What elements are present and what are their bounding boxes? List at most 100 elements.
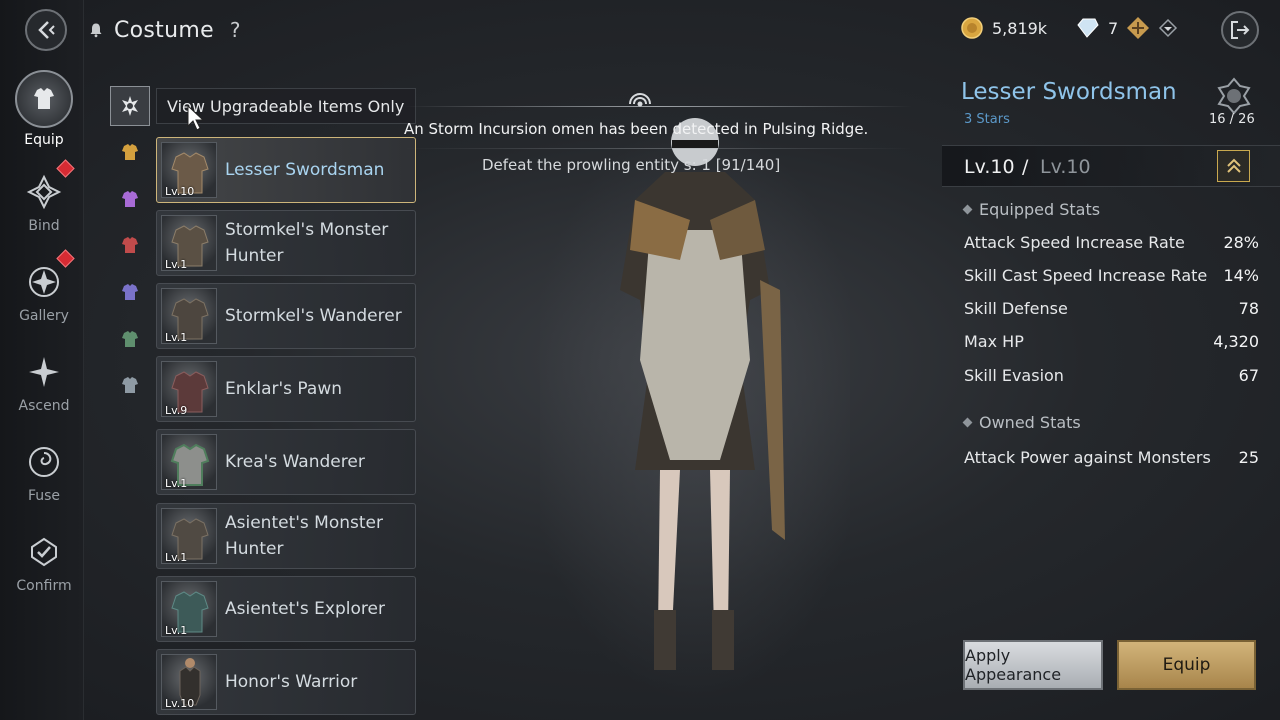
- costume-level: Lv.9: [165, 404, 188, 417]
- back-arrow-icon: [38, 21, 55, 39]
- costume-level: Lv.1: [165, 551, 188, 564]
- level-up-button[interactable]: [1217, 150, 1250, 182]
- color-tab-violet[interactable]: [113, 275, 147, 309]
- bell-icon[interactable]: [88, 22, 104, 38]
- confirm-icon: [22, 530, 66, 574]
- stat-name: Skill Evasion: [964, 366, 1064, 385]
- filter-gear-icon: [122, 96, 138, 116]
- equipped-stats-header: Equipped Stats: [962, 200, 1100, 219]
- stat-name: Attack Speed Increase Rate: [964, 233, 1185, 252]
- bind-icon: [22, 170, 66, 214]
- costume-name: Lesser Swordsman: [225, 160, 385, 180]
- gold-armor-icon: [122, 144, 138, 160]
- stat-name: Attack Power against Monsters: [964, 448, 1211, 467]
- sidebar-item-confirm[interactable]: Confirm: [0, 530, 88, 594]
- color-tab-purple[interactable]: [113, 182, 147, 216]
- notice-divider: [404, 106, 912, 107]
- costume-level: Lv.1: [165, 258, 188, 271]
- fuse-swirl-icon: [22, 440, 66, 484]
- sidebar-item-label: Ascend: [18, 398, 70, 414]
- double-chevron-up-icon: [1226, 158, 1241, 173]
- color-tab-gold[interactable]: [113, 135, 147, 169]
- sidebar-item-equip[interactable]: Equip: [0, 70, 88, 148]
- ascend-star-icon: [22, 350, 66, 394]
- stat-row: Skill Cast Speed Increase Rate 14%: [964, 266, 1259, 290]
- character-preview[interactable]: [525, 110, 865, 710]
- gold-currency: 5,819k: [960, 16, 1047, 40]
- costume-level: Lv.10: [165, 697, 195, 710]
- violet-armor-icon: [122, 284, 138, 300]
- sidebar-item-label: Equip: [24, 132, 64, 148]
- sidebar-item-label: Bind: [28, 218, 60, 234]
- stat-value: 4,320: [1213, 332, 1259, 351]
- sidebar-item-bind[interactable]: Bind: [0, 170, 88, 234]
- help-button[interactable]: ?: [230, 18, 241, 42]
- stat-row: Skill Evasion 67: [964, 366, 1259, 390]
- costume-name: Honor's Warrior: [225, 672, 358, 692]
- diamond-bullet-icon: [962, 417, 973, 428]
- costume-level: Lv.1: [165, 331, 188, 344]
- chevron-down-icon[interactable]: [1158, 18, 1178, 38]
- sidebar-item-label: Gallery: [19, 308, 69, 324]
- stat-value: 28%: [1223, 233, 1259, 252]
- sidebar-item-fuse[interactable]: Fuse: [0, 440, 88, 504]
- color-tab-red[interactable]: [113, 228, 147, 262]
- costume-card[interactable]: Lv.10 Lesser Swordsman: [156, 137, 416, 203]
- costume-name: Stormkel's Wanderer: [225, 306, 402, 326]
- notice-separator: [404, 148, 912, 149]
- back-button[interactable]: [25, 9, 67, 51]
- notice-message: An Storm Incursion omen has been detecte…: [404, 120, 869, 138]
- stat-name: Skill Defense: [964, 299, 1068, 318]
- costume-name: Krea's Wanderer: [225, 452, 365, 472]
- stat-value: 14%: [1223, 266, 1259, 285]
- crystal-icon: [1077, 18, 1099, 38]
- stat-name: Skill Cast Speed Increase Rate: [964, 266, 1208, 285]
- costume-name: Stormkel's Monster Hunter: [225, 220, 389, 266]
- page-header: Costume ?: [88, 14, 241, 46]
- color-tab-silver[interactable]: [113, 368, 147, 402]
- stat-value: 78: [1238, 299, 1259, 318]
- mouse-cursor-icon: [187, 104, 205, 131]
- sidebar-item-gallery[interactable]: Gallery: [0, 260, 88, 324]
- costume-card[interactable]: Lv.1 Stormkel's Wanderer: [156, 283, 416, 349]
- exit-button[interactable]: [1221, 11, 1259, 49]
- costume-level: Lv.10: [165, 185, 195, 198]
- upgradeable-filter-toggle[interactable]: [110, 86, 150, 126]
- armor-icon: [15, 70, 73, 128]
- sidebar-item-ascend[interactable]: Ascend: [0, 350, 88, 414]
- gallery-icon: [22, 260, 66, 304]
- world-event-notice: An Storm Incursion omen has been detecte…: [404, 92, 912, 194]
- costume-card[interactable]: Lv.1 Krea's Wanderer: [156, 429, 416, 495]
- collection-icon[interactable]: [1211, 76, 1257, 116]
- sidebar-item-label: Fuse: [27, 488, 61, 504]
- stat-row: Max HP 4,320: [964, 332, 1259, 356]
- costume-card[interactable]: Lv.1 Asientet's Explorer: [156, 576, 416, 642]
- costume-card[interactable]: Lv.9 Enklar's Pawn: [156, 356, 416, 422]
- costume-card[interactable]: Lv.1 Asientet's Monster Hunter: [156, 503, 416, 569]
- gold-amount: 5,819k: [992, 18, 1048, 38]
- notice-objective: Defeat the prowling entity s: 1 [91/140]: [482, 156, 781, 174]
- equip-button[interactable]: Equip: [1117, 640, 1256, 690]
- crystal-amount: 7: [1108, 18, 1119, 38]
- color-tab-green[interactable]: [113, 322, 147, 356]
- section-title: Owned Stats: [979, 413, 1081, 432]
- page-title: Costume: [114, 17, 214, 43]
- level-separator: /: [1022, 156, 1029, 178]
- crystal-currency: 7: [1074, 16, 1178, 40]
- apply-appearance-button[interactable]: Apply Appearance: [963, 640, 1103, 690]
- costume-title: Lesser Swordsman: [961, 79, 1177, 105]
- current-level: Lv.10: [964, 156, 1015, 178]
- add-crystal-icon[interactable]: [1126, 16, 1150, 40]
- costume-card[interactable]: Lv.10 Honor's Warrior: [156, 649, 416, 715]
- exit-icon: [1231, 21, 1250, 39]
- stat-name: Max HP: [964, 332, 1024, 351]
- max-level: Lv.10: [1040, 156, 1091, 178]
- costume-name: Asientet's Monster Hunter: [225, 513, 383, 559]
- green-armor-icon: [122, 331, 138, 347]
- costume-card[interactable]: Lv.1 Stormkel's Monster Hunter: [156, 210, 416, 276]
- diamond-bullet-icon: [962, 204, 973, 215]
- costume-name: Enklar's Pawn: [225, 379, 343, 399]
- silver-armor-icon: [122, 377, 138, 393]
- costume-level: Lv.1: [165, 624, 188, 637]
- owned-stats-header: Owned Stats: [962, 413, 1081, 432]
